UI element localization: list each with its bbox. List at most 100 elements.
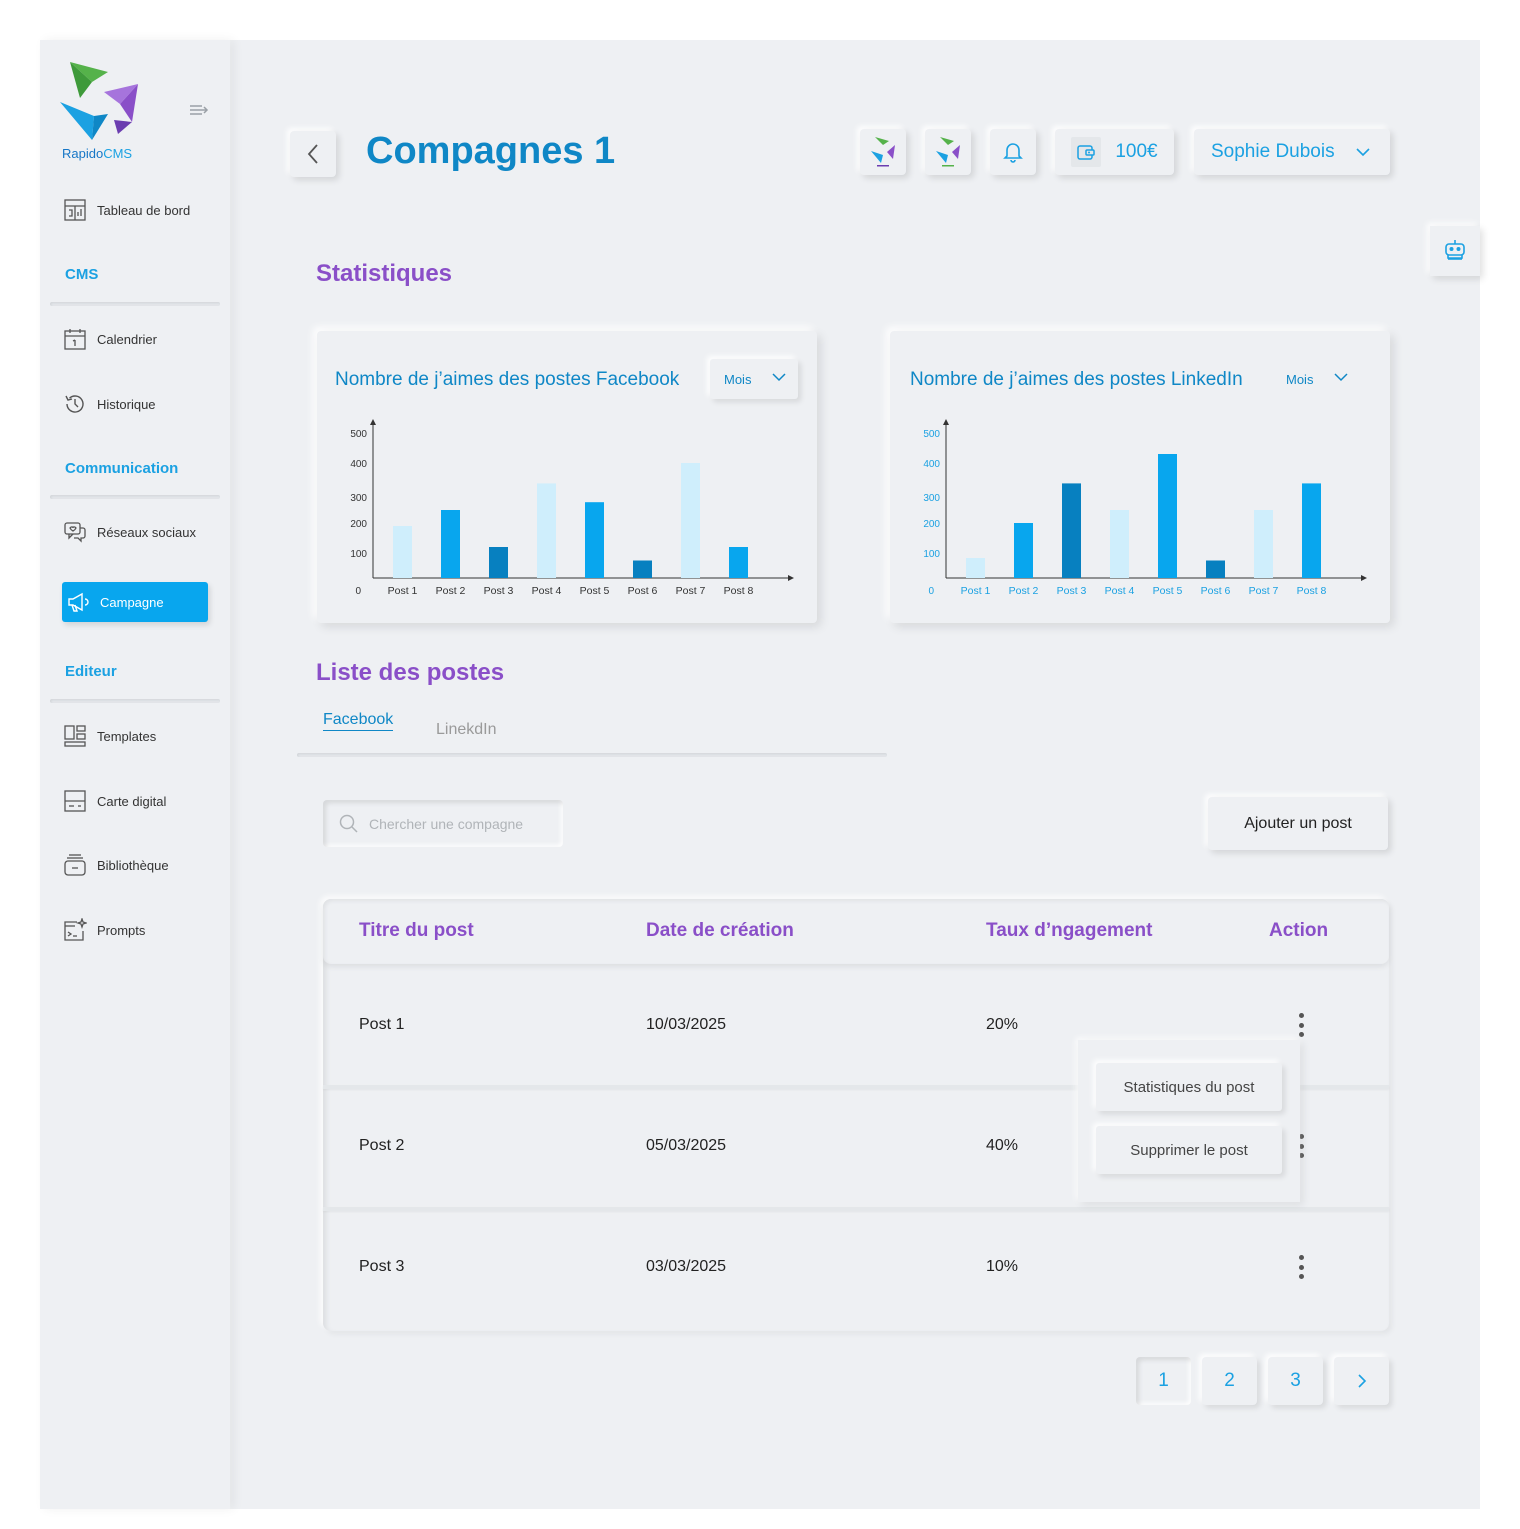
sidebar-item-label: Campagne (100, 594, 164, 610)
sidebar-item-calendrier[interactable]: Calendrier (62, 321, 157, 357)
x-tick-label: Post 1 (961, 585, 991, 597)
sidebar-item-historique[interactable]: Historique (62, 386, 156, 422)
period-select-value: Mois (724, 371, 752, 387)
sidebar-item-carte-digital[interactable]: Carte digital (62, 783, 166, 819)
chart-bar-post-1[interactable] (393, 526, 412, 578)
wallet-balance: 100€ (1115, 141, 1158, 162)
x-tick-label: Post 7 (1249, 585, 1279, 597)
y-tick-label: 500 (923, 429, 940, 440)
chart-bar-post-7[interactable] (681, 463, 700, 578)
ai-assistant-button[interactable] (1430, 226, 1480, 276)
x-tick-label: Post 7 (676, 585, 706, 597)
sidebar-item-prompts[interactable]: Prompts (62, 912, 145, 948)
chart-bar-post-6[interactable] (633, 560, 652, 579)
sidebar-item-reseaux-sociaux[interactable]: Réseaux sociaux (62, 514, 196, 550)
wallet-button[interactable]: 100€ (1055, 129, 1174, 175)
x-tick-label: Post 3 (484, 585, 514, 597)
x-tick-label: Post 2 (436, 585, 466, 597)
chart-bar-post-2[interactable] (1014, 523, 1033, 578)
chart-bar-post-2[interactable] (441, 510, 460, 578)
x-tick-label: Post 8 (724, 585, 754, 597)
collapse-menu-icon[interactable] (188, 102, 210, 118)
y-tick-label: 400 (350, 459, 367, 470)
row-actions-menu-icon[interactable] (1293, 1252, 1309, 1282)
rapidocms-logo-icon (871, 137, 895, 167)
chart-bar-post-8[interactable] (1302, 483, 1321, 578)
user-menu[interactable]: Sophie Dubois (1194, 129, 1390, 175)
linkedin-likes-chart-card: Nombre de j’aimes des postes LinkedIn Mo… (890, 331, 1390, 623)
chart-bar-post-5[interactable] (585, 502, 604, 578)
user-name: Sophie Dubois (1211, 141, 1335, 162)
post-date: 03/03/2025 (646, 1258, 727, 1275)
section-cms: CMS (65, 266, 99, 283)
chart-bar-post-3[interactable] (489, 547, 508, 578)
y-tick-label: 0 (355, 586, 361, 597)
y-tick-label: 0 (928, 586, 934, 597)
divider (50, 495, 220, 499)
chevron-down-icon (1356, 148, 1370, 157)
period-select[interactable]: Mois (710, 359, 798, 399)
wallet-icon (1071, 137, 1102, 167)
chart-bar-post-1[interactable] (966, 558, 985, 578)
post-title: Post 2 (359, 1137, 405, 1154)
chart-bar-post-6[interactable] (1206, 560, 1225, 579)
library-icon (62, 852, 88, 878)
period-select[interactable]: Mois (1272, 359, 1360, 399)
divider (50, 699, 220, 703)
search-icon (339, 814, 358, 833)
notifications-button[interactable] (990, 129, 1036, 175)
add-post-button[interactable]: Ajouter un post (1208, 797, 1388, 850)
chart-bar-post-7[interactable] (1254, 510, 1273, 578)
chart-bar-post-5[interactable] (1158, 454, 1177, 578)
post-title: Post 1 (359, 1016, 405, 1033)
sidebar-item-bibliotheque[interactable]: Bibliothèque (62, 847, 169, 883)
x-tick-label: Post 6 (1201, 585, 1231, 597)
sidebar: RapidoCMS Tableau de bord CMS Calendrier… (40, 40, 230, 1509)
y-tick-label: 100 (923, 549, 940, 560)
sidebar-item-label: Bibliothèque (97, 857, 169, 873)
sidebar-item-templates[interactable]: Templates (62, 718, 156, 754)
section-editeur: Editeur (65, 663, 117, 680)
search-input[interactable] (369, 815, 549, 832)
sidebar-item-campagne[interactable]: Campagne (62, 582, 208, 622)
table-row[interactable]: Post 3 03/03/2025 10% (323, 1211, 1389, 1332)
post-date: 10/03/2025 (646, 1016, 727, 1033)
back-button[interactable] (290, 131, 336, 177)
sidebar-item-label: Prompts (97, 922, 146, 938)
x-tick-label: Post 4 (1105, 585, 1135, 597)
sidebar-item-label: Carte digital (97, 793, 167, 809)
chevron-down-icon (1334, 373, 1348, 382)
post-statistics-menu-item[interactable]: Statistiques du post (1096, 1063, 1282, 1111)
tab-linkedin[interactable]: LinekdIn (436, 721, 497, 739)
facebook-likes-bar-chart: 0 100 200 300 400 500 Post 1 Post 2 Post 3 Post 4… (350, 419, 794, 597)
y-axis-arrow (943, 419, 949, 425)
chart-bar-post-3[interactable] (1062, 483, 1081, 578)
tab-facebook[interactable]: Facebook (323, 711, 394, 731)
dashboard-icon (62, 197, 88, 223)
x-axis-arrow (1361, 575, 1367, 581)
page-1-button[interactable]: 1 (1136, 1357, 1191, 1405)
page-3-button[interactable]: 3 (1268, 1357, 1323, 1405)
sidebar-item-label: Historique (97, 396, 156, 412)
x-tick-label: Post 8 (1297, 585, 1327, 597)
chart-bar-post-4[interactable] (537, 483, 556, 578)
chart-title: Nombre de j’aimes des postes Facebook (335, 369, 680, 390)
x-tick-label: Post 5 (580, 585, 610, 597)
x-axis-arrow (788, 575, 794, 581)
next-page-button[interactable] (1334, 1357, 1389, 1405)
y-tick-label: 200 (350, 519, 367, 530)
chevron-right-icon (1357, 1374, 1366, 1388)
page-2-button[interactable]: 2 (1202, 1357, 1257, 1405)
facebook-account-button[interactable] (860, 129, 906, 175)
search-box[interactable] (323, 800, 563, 847)
chart-bar-post-4[interactable] (1110, 510, 1129, 578)
sidebar-item-tableau-de-bord[interactable]: Tableau de bord (62, 192, 190, 228)
robot-icon (1445, 240, 1465, 260)
row-actions-menu-icon[interactable] (1293, 1010, 1309, 1040)
sidebar-item-label: Réseaux sociaux (97, 524, 196, 540)
table-header: Titre du post Date de création Taux d’ng… (323, 899, 1389, 964)
chart-bar-post-8[interactable] (729, 547, 748, 578)
brand-name: RapidoCMS (62, 146, 133, 161)
linkedin-account-button[interactable] (925, 129, 971, 175)
delete-post-menu-item[interactable]: Supprimer le post (1096, 1126, 1282, 1174)
